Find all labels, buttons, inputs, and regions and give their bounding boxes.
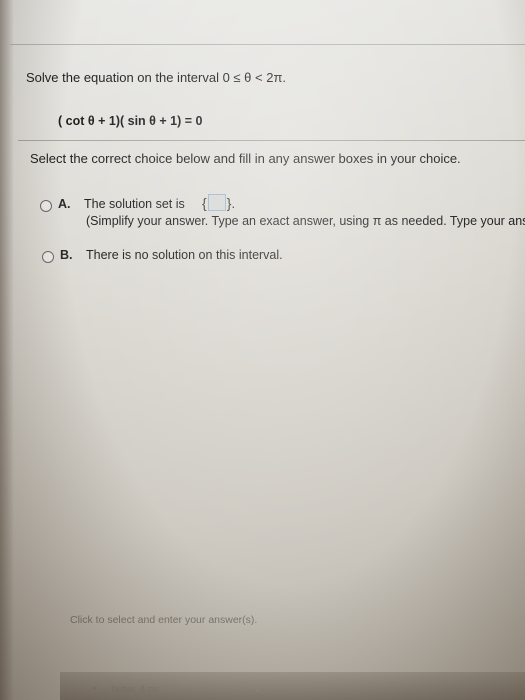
solution-answer-box[interactable] [207, 194, 226, 211]
section-divider [18, 140, 525, 141]
download-file-name[interactable]: better_4.zip [112, 684, 159, 694]
choice-b-letter: B. [60, 248, 73, 262]
screen-edge-shadow [0, 0, 14, 700]
download-indicator-icon: ▪ [93, 683, 97, 693]
set-open-brace: { [202, 195, 207, 211]
solution-set-group: {}. [202, 194, 235, 211]
problem-statement: Solve the equation on the interval 0 ≤ θ… [26, 70, 287, 85]
choice-a-hint: (Simplify your answer. Type an exact ans… [86, 214, 525, 228]
footer-hint-text: Click to select and enter your answer(s)… [70, 614, 258, 626]
chevron-up-icon[interactable]: ⌃ [254, 688, 262, 699]
choice-b-radio[interactable] [42, 251, 54, 263]
choice-a-radio[interactable] [40, 200, 52, 212]
top-divider [10, 44, 525, 45]
screen: Solve the equation on the interval 0 ≤ θ… [0, 0, 525, 700]
instruction-text: Select the correct choice below and fill… [30, 151, 461, 166]
problem-equation: ( cot θ + 1)( sin θ + 1) = 0 [58, 114, 203, 128]
photo-vignette [0, 0, 525, 700]
set-close-brace: }. [226, 195, 236, 211]
choice-a-label: The solution set is [84, 197, 185, 211]
choice-b-label: There is no solution on this interval. [86, 248, 283, 262]
choice-a-letter: A. [58, 197, 71, 211]
